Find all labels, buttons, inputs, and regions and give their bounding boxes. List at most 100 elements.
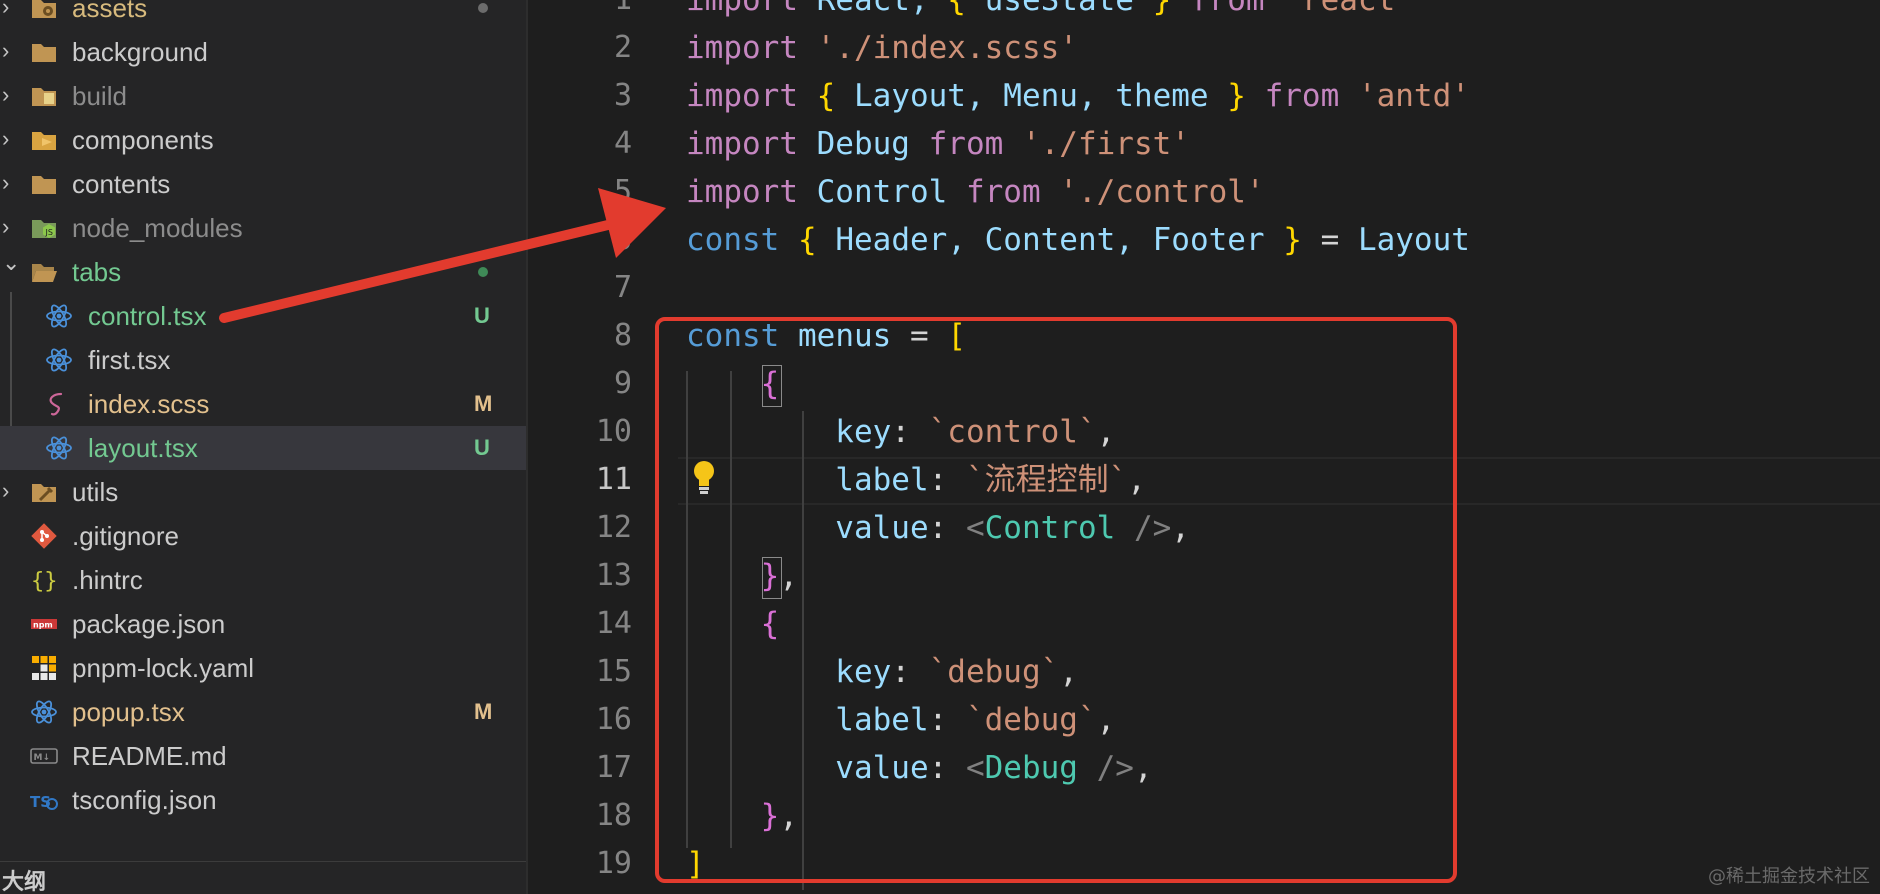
code-text: import React, { useState } from 'react': [686, 0, 1414, 24]
react-icon: [45, 302, 73, 330]
explorer-folder-build[interactable]: › build: [0, 74, 526, 118]
code-token: Layout, Menu, theme: [835, 78, 1228, 114]
outline-section-header[interactable]: 大纲: [2, 870, 46, 894]
chevron-right-icon[interactable]: ›: [2, 480, 9, 502]
explorer-file-control-tsx[interactable]: control.tsx U: [0, 294, 526, 338]
git-status-badge: M: [474, 391, 493, 416]
explorer-file-package-json[interactable]: npm package.json: [0, 602, 526, 646]
npm-icon: npm: [30, 610, 58, 638]
code-token: }: [1227, 78, 1246, 114]
line-number: 11: [595, 462, 632, 497]
code-line[interactable]: 3 import { Layout, Menu, theme } from 'an…: [528, 72, 1880, 120]
chevron-right-icon[interactable]: ›: [2, 84, 9, 106]
code-token: }: [1152, 0, 1172, 18]
code-line[interactable]: 7: [528, 264, 1880, 312]
code-token: import: [686, 174, 798, 210]
pnpm-icon: [30, 654, 58, 682]
explorer-item-label: control.tsx: [88, 301, 207, 331]
code-line[interactable]: 5 import Control from './control': [528, 168, 1880, 216]
assets-folder-icon: [30, 0, 58, 22]
react-icon: [45, 434, 73, 462]
code-text: import Debug from './first': [686, 120, 1190, 168]
svg-text:JS: JS: [45, 228, 53, 237]
explorer-file-index-scss[interactable]: index.scss M: [0, 382, 526, 426]
chevron-right-icon[interactable]: ›: [2, 128, 9, 150]
explorer-folder-assets[interactable]: › assets: [0, 0, 526, 30]
explorer-file-pnpm-lock-yaml[interactable]: pnpm-lock.yaml: [0, 646, 526, 690]
code-line[interactable]: 6 const { Header, Content, Footer } = Lay…: [528, 216, 1880, 264]
code-token: {: [816, 78, 836, 114]
explorer-file--gitignore[interactable]: .gitignore: [0, 514, 526, 558]
explorer-folder-contents[interactable]: › contents: [0, 162, 526, 206]
code-token: {: [798, 222, 817, 258]
explorer-file-layout-tsx[interactable]: layout.tsx U: [0, 426, 526, 470]
explorer-file-readme-md[interactable]: M↓ README.md: [0, 734, 526, 778]
chevron-right-icon[interactable]: ›: [2, 0, 9, 18]
explorer-item-label: node_modules: [72, 213, 243, 243]
explorer-folder-background[interactable]: › background: [0, 30, 526, 74]
code-line[interactable]: 1 import React, { useState } from 'react': [528, 0, 1880, 24]
line-number: 13: [595, 558, 632, 593]
explorer-file-tsconfig-json[interactable]: TS tsconfig.json: [0, 778, 526, 822]
tsconfig-icon: TS: [30, 786, 58, 814]
markdown-icon: M↓: [30, 742, 58, 770]
git-icon: [30, 522, 58, 550]
code-token: './index.scss': [816, 30, 1078, 66]
code-token: }: [1283, 222, 1302, 258]
code-token: import: [686, 0, 798, 18]
code-token: from: [928, 126, 1004, 162]
code-text: const { Header, Content, Footer } = Layo…: [686, 216, 1470, 264]
line-number: 8: [613, 318, 632, 353]
svg-text:{}: {}: [31, 569, 58, 594]
code-token: Control: [797, 174, 966, 210]
code-line[interactable]: 2 import './index.scss': [528, 24, 1880, 72]
explorer-folder-utils[interactable]: › utils: [0, 470, 526, 514]
chevron-right-icon[interactable]: ›: [2, 40, 9, 62]
code-token: Header, Content, Footer: [816, 222, 1284, 258]
svg-text:npm: npm: [33, 621, 53, 630]
git-status-badge: M: [474, 699, 493, 724]
line-number: 5: [613, 174, 632, 209]
line-number: 6: [613, 222, 632, 257]
explorer-file--hintrc[interactable]: {} .hintrc: [0, 558, 526, 602]
explorer-item-label: .hintrc: [72, 565, 143, 595]
chevron-down-icon[interactable]: ⌄: [2, 252, 20, 274]
sass-icon: [45, 390, 73, 418]
explorer-file-popup-tsx[interactable]: popup.tsx M: [0, 690, 526, 734]
code-token: import: [686, 78, 798, 114]
git-status-dot: [478, 267, 488, 277]
explorer-folder-components[interactable]: › components: [0, 118, 526, 162]
explorer-item-label: README.md: [72, 741, 227, 771]
file-explorer: › assets › background › build › components › cont…: [0, 0, 526, 894]
code-token: import: [686, 30, 798, 66]
code-token: import: [686, 126, 798, 162]
folder-icon: [30, 170, 58, 198]
explorer-file-first-tsx[interactable]: first.tsx: [0, 338, 526, 382]
explorer-item-label: layout.tsx: [88, 433, 198, 463]
line-number: 14: [595, 606, 632, 641]
react-icon: [30, 698, 58, 726]
chevron-right-icon[interactable]: ›: [2, 172, 9, 194]
svg-text:M↓: M↓: [34, 753, 51, 763]
git-status-dot: [478, 3, 488, 13]
code-token: {: [947, 0, 966, 18]
chevron-right-icon[interactable]: ›: [2, 216, 9, 238]
explorer-folder-tabs[interactable]: ⌄ tabs: [0, 250, 526, 294]
git-status-badge: U: [474, 303, 490, 328]
explorer-item-label: build: [72, 81, 127, 111]
explorer-item-label: first.tsx: [88, 345, 171, 375]
braces-icon: {}: [30, 566, 58, 594]
line-number: 7: [613, 270, 632, 305]
line-number: 19: [595, 846, 632, 881]
code-token: from: [1245, 78, 1358, 114]
folder-icon: [30, 38, 58, 66]
explorer-item-label: pnpm-lock.yaml: [72, 653, 255, 683]
build-folder-icon: [30, 82, 58, 110]
code-line[interactable]: 4 import Debug from './first': [528, 120, 1880, 168]
react-icon: [45, 346, 73, 374]
code-text: import Control from './control': [686, 168, 1265, 216]
explorer-folder-node-modules[interactable]: › JS node_modules: [0, 206, 526, 250]
